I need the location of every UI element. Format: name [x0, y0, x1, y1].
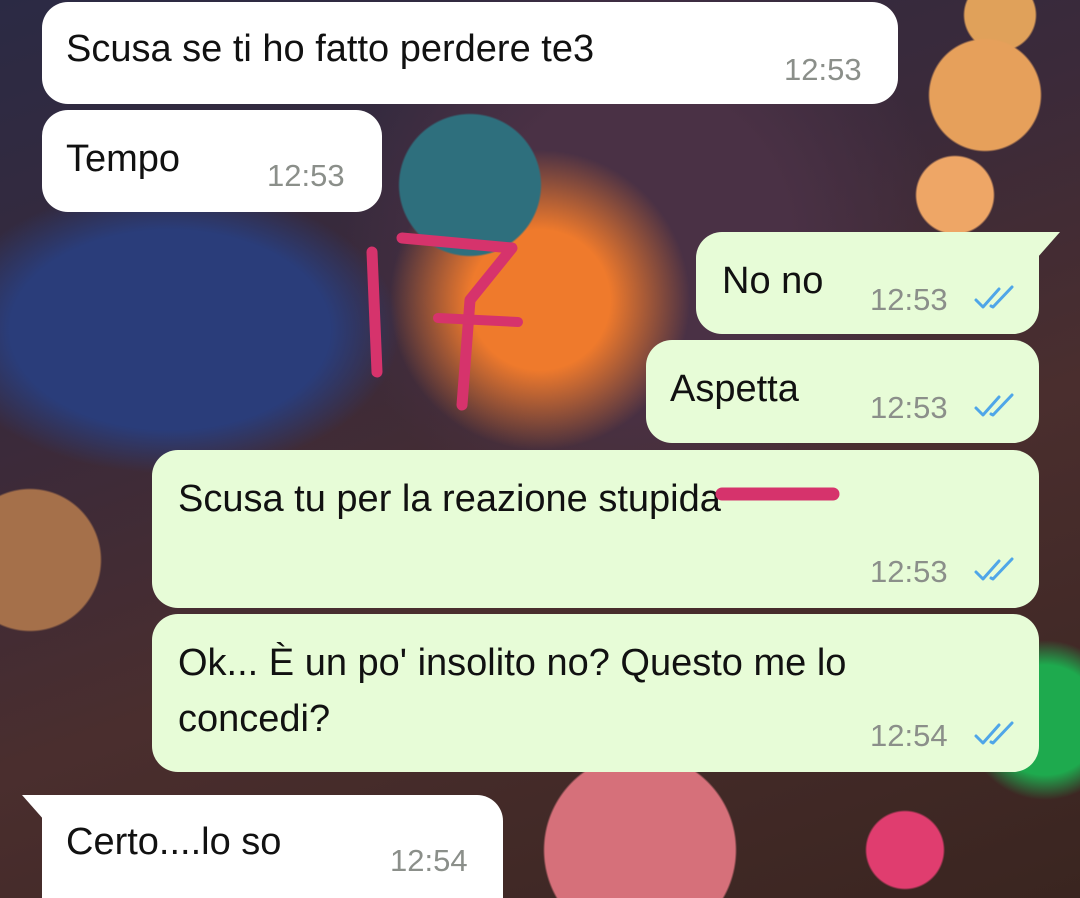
double-check-icon: [974, 393, 1014, 417]
message-timestamp: 12:53: [870, 554, 948, 589]
double-check-icon: [974, 721, 1014, 745]
message-text: Aspetta: [670, 368, 799, 410]
message-bubble-outgoing[interactable]: Aspetta 12:53: [646, 340, 1039, 443]
message-timestamp: 12:53: [267, 158, 345, 193]
double-check-icon: [974, 285, 1014, 309]
message-text: No no: [722, 260, 824, 302]
message-text-line: Ok... È un po' insolito no? Questo me lo: [178, 642, 847, 684]
handwritten-seven-stroke: [396, 232, 518, 411]
message-timestamp: 12:54: [870, 718, 948, 753]
message-timestamp: 12:54: [390, 843, 468, 878]
message-bubble-incoming[interactable]: Tempo 12:53: [42, 110, 382, 212]
message-timestamp: 12:53: [784, 52, 862, 87]
handwritten-one-stroke: [366, 246, 383, 378]
message-text: Scusa se ti ho fatto perdere te3: [66, 28, 595, 70]
message-bubble-incoming[interactable]: Scusa se ti ho fatto perdere te3 12:53: [42, 2, 898, 104]
message-text: Certo....lo so: [66, 821, 282, 863]
handwritten-seven-bar: [433, 313, 523, 327]
double-check-icon: [974, 557, 1014, 581]
message-text: Scusa tu per la reazione stupida: [178, 478, 721, 520]
message-text-line: concedi?: [178, 698, 331, 740]
message-bubble-outgoing[interactable]: No no 12:53: [696, 232, 1039, 334]
message-bubble-outgoing[interactable]: Scusa tu per la reazione stupida 12:53: [152, 450, 1039, 608]
message-bubble-outgoing[interactable]: Ok... È un po' insolito no? Questo me lo…: [152, 614, 1039, 772]
message-bubble-incoming[interactable]: Certo....lo so 12:54: [42, 795, 503, 898]
message-text: Tempo: [66, 138, 181, 180]
message-timestamp: 12:53: [870, 390, 948, 425]
message-timestamp: 12:53: [870, 282, 948, 317]
